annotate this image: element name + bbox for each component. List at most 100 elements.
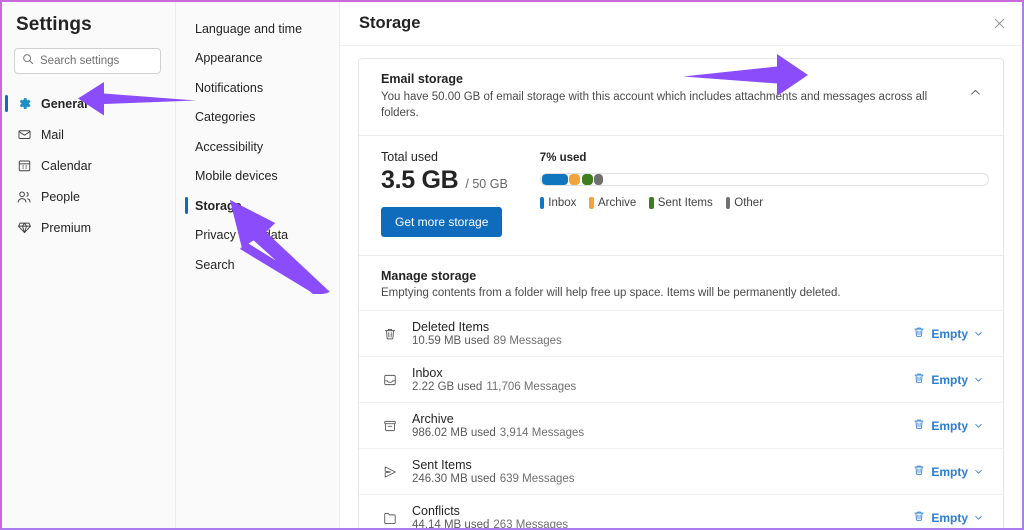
subnav-item-mobile-devices[interactable]: Mobile devices (176, 162, 339, 192)
sidebar-item-label: Premium (41, 221, 91, 235)
sidebar-item-label: Mail (41, 128, 64, 142)
diamond-icon (16, 220, 32, 236)
subnav-item-categories[interactable]: Categories (176, 103, 339, 133)
folder-size: 246.30 MB used (412, 473, 496, 485)
usage-summary: Total used 3.5 GB / 50 GB Get more stora… (381, 150, 508, 237)
chevron-down-icon[interactable] (974, 465, 983, 479)
total-used-value-row: 3.5 GB / 50 GB (381, 166, 508, 195)
legend-swatch (649, 197, 654, 209)
folder-info: Sent Items246.30 MB used639 Messages (412, 458, 897, 485)
subnav-item-label: Language and time (195, 22, 302, 36)
legend-item: Inbox (540, 197, 577, 209)
sidebar-item-label: People (41, 190, 80, 204)
total-capacity: / 50 GB (465, 177, 507, 191)
usage-bar-segment (594, 174, 603, 185)
folder-icon (381, 509, 399, 527)
get-more-storage-button[interactable]: Get more storage (381, 207, 502, 237)
search-box[interactable] (14, 48, 161, 74)
sidebar-item-calendar[interactable]: Calendar (2, 150, 175, 181)
settings-subnav: Language and time Appearance Notificatio… (176, 2, 340, 528)
close-icon[interactable] (986, 11, 1012, 37)
subnav-item-privacy-and-data[interactable]: Privacy and data (176, 221, 339, 251)
folder-name: Sent Items (412, 458, 897, 472)
search-input[interactable] (40, 55, 153, 67)
manage-storage-title: Manage storage (381, 269, 981, 283)
settings-window: Settings General (0, 0, 1024, 530)
search-icon (22, 52, 34, 70)
legend-label: Inbox (548, 197, 576, 209)
total-used-value: 3.5 GB (381, 166, 458, 195)
legend-item: Other (726, 197, 763, 209)
folder-name: Conflicts (412, 504, 897, 518)
legend-swatch (540, 197, 545, 209)
chevron-down-icon[interactable] (974, 511, 983, 525)
folder-size: 2.22 GB used (412, 381, 482, 393)
empty-folder-button[interactable]: Empty (910, 414, 985, 437)
search-container (2, 48, 175, 88)
panel-header: Storage (340, 2, 1022, 46)
subnav-item-language-and-time[interactable]: Language and time (176, 14, 339, 44)
legend-swatch (726, 197, 731, 209)
percent-used-label: 7% used (540, 152, 989, 164)
chevron-up-icon[interactable] (961, 78, 989, 106)
folder-size: 10.59 MB used (412, 335, 489, 347)
folder-size: 986.02 MB used (412, 427, 496, 439)
empty-folder-button[interactable]: Empty (910, 460, 985, 483)
folder-info: Archive986.02 MB used 3,914 Messages (412, 412, 897, 439)
subnav-item-label: Notifications (195, 81, 263, 95)
folder-message-count: 89 Messages (493, 335, 561, 347)
folder-name: Archive (412, 412, 897, 426)
sidebar-item-people[interactable]: People (2, 181, 175, 212)
subnav-item-accessibility[interactable]: Accessibility (176, 132, 339, 162)
empty-folder-button[interactable]: Empty (910, 506, 985, 528)
people-icon (16, 189, 32, 205)
send-icon (381, 463, 399, 481)
subnav-item-label: Categories (195, 110, 255, 124)
subnav-item-label: Search (195, 258, 235, 272)
total-used-label: Total used (381, 150, 508, 164)
storage-legend: InboxArchiveSent ItemsOther (540, 197, 989, 209)
folder-list: Deleted Items10.59 MB used89 MessagesEmp… (359, 310, 1003, 528)
folder-row: Deleted Items10.59 MB used89 MessagesEmp… (359, 310, 1003, 356)
folder-meta: 246.30 MB used639 Messages (412, 473, 897, 485)
trash-icon (381, 325, 399, 343)
page-title: Settings (2, 10, 175, 48)
folder-message-count: 11,706 Messages (486, 381, 576, 393)
subnav-item-search[interactable]: Search (176, 250, 339, 280)
chevron-down-icon[interactable] (974, 419, 983, 433)
email-storage-section: Email storage You have 50.00 GB of email… (359, 59, 1003, 136)
trash-icon (912, 325, 926, 342)
subnav-item-appearance[interactable]: Appearance (176, 44, 339, 74)
subnav-item-notifications[interactable]: Notifications (176, 73, 339, 103)
legend-item: Sent Items (649, 197, 712, 209)
subnav-item-storage[interactable]: Storage (176, 191, 339, 221)
usage-bar-segment (582, 174, 593, 185)
subnav-item-label: Storage (195, 199, 242, 213)
sidebar-item-label: Calendar (41, 159, 92, 173)
sidebar-item-label: General (41, 97, 88, 111)
storage-panel: Storage Email storage You have 50.00 GB … (340, 2, 1022, 528)
sidebar-item-mail[interactable]: Mail (2, 119, 175, 150)
sidebar-item-general[interactable]: General (2, 88, 175, 119)
folder-row: Sent Items246.30 MB used639 Messages Empt… (359, 448, 1003, 494)
legend-label: Other (734, 197, 763, 209)
folder-row: Conflicts44.14 MB used263 MessagesEmpty (359, 494, 1003, 528)
usage-section: Total used 3.5 GB / 50 GB Get more stora… (359, 136, 1003, 256)
empty-label: Empty (931, 327, 968, 341)
folder-message-count: 3,914 Messages (500, 427, 584, 439)
empty-folder-button[interactable]: Empty (910, 368, 985, 391)
manage-storage-description: Emptying contents from a folder will hel… (381, 287, 981, 299)
trash-icon (912, 371, 926, 388)
folder-size: 44.14 MB used (412, 519, 489, 528)
usage-chart: 7% used InboxArchiveSent ItemsOther (540, 150, 989, 237)
subnav-item-label: Privacy and data (195, 228, 288, 242)
usage-bar-segment (569, 174, 580, 185)
chevron-down-icon[interactable] (974, 373, 983, 387)
chevron-down-icon[interactable] (974, 327, 983, 341)
email-storage-title: Email storage (381, 72, 961, 86)
empty-folder-button[interactable]: Empty (910, 322, 985, 345)
sidebar-item-premium[interactable]: Premium (2, 212, 175, 243)
trash-icon (912, 463, 926, 480)
gear-icon (16, 96, 32, 112)
legend-label: Sent Items (658, 197, 713, 209)
